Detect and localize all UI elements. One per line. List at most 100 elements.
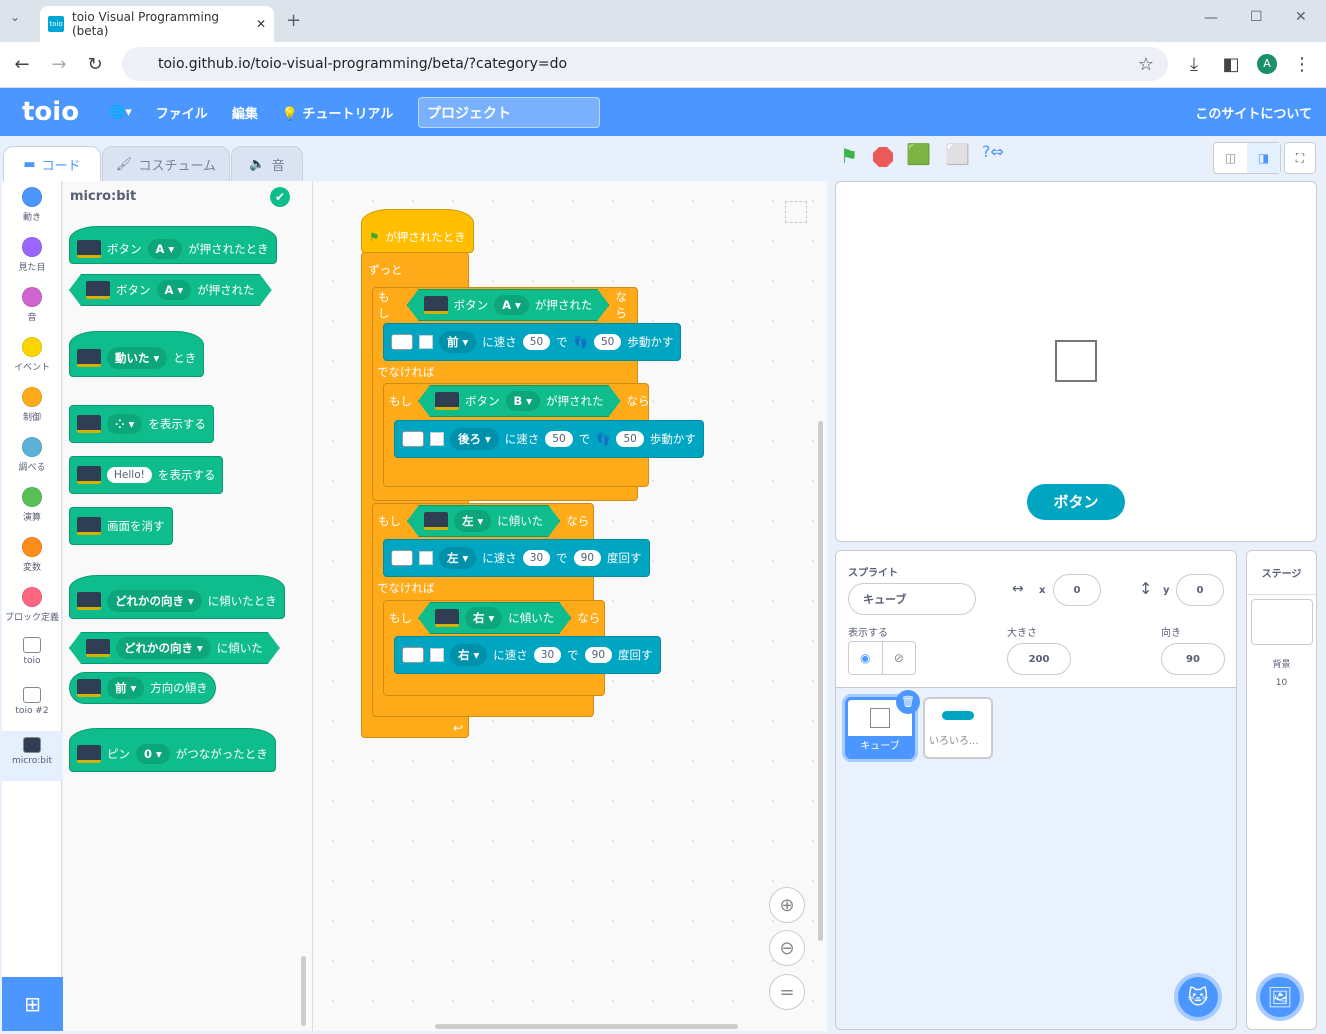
size-input[interactable]: 200 bbox=[1007, 643, 1071, 675]
small-stage-button[interactable]: ◫ bbox=[1214, 143, 1247, 173]
category-9[interactable]: ブロック定義 bbox=[2, 581, 62, 631]
browser-tab[interactable]: toio toio Visual Programming (beta) ✕ bbox=[40, 6, 274, 42]
button-pressed-condition[interactable]: ボタン A ▾ が押された bbox=[407, 289, 610, 321]
add-sprite-button[interactable]: 🐱 bbox=[1174, 973, 1222, 1021]
speed-input[interactable]: 50 bbox=[522, 334, 551, 350]
back-icon[interactable]: ← bbox=[10, 54, 34, 75]
degrees-input[interactable]: 90 bbox=[584, 647, 613, 663]
button-sprite[interactable]: ボタン bbox=[1027, 484, 1125, 520]
category-12[interactable]: micro:bit bbox=[2, 731, 62, 781]
side-panel-icon[interactable]: ◧ bbox=[1219, 54, 1243, 75]
tab-code[interactable]: ▬ コード bbox=[3, 146, 101, 182]
tilted-condition[interactable]: 左 ▾ に傾いた bbox=[407, 505, 560, 537]
text-input[interactable]: Hello! bbox=[107, 467, 152, 483]
tab-sound[interactable]: 🔈 音 bbox=[231, 146, 303, 182]
reload-icon[interactable]: ↻ bbox=[83, 54, 107, 75]
tilt-dropdown[interactable]: 右 ▾ bbox=[465, 607, 502, 629]
button-dropdown[interactable]: A ▾ bbox=[157, 280, 192, 300]
pattern-dropdown[interactable]: ⁘ ▾ bbox=[107, 414, 143, 434]
stop-button[interactable] bbox=[873, 147, 893, 167]
palette-block-button-pressed[interactable]: ボタン A ▾ が押された bbox=[69, 274, 272, 306]
cube-sprite[interactable] bbox=[1055, 340, 1097, 382]
close-window-icon[interactable]: ✕ bbox=[1295, 9, 1307, 25]
show-eye-icon[interactable]: ◉ bbox=[849, 642, 883, 674]
zoom-in-button[interactable]: ⊕ bbox=[769, 887, 805, 923]
pin-dropdown[interactable]: 0 ▾ bbox=[136, 744, 170, 764]
palette-block-display-pattern[interactable]: ⁘ ▾ を表示する bbox=[69, 405, 214, 443]
delete-sprite-icon[interactable]: 🗑 bbox=[896, 690, 920, 714]
toio-logo[interactable]: toio bbox=[22, 97, 79, 127]
button-dropdown[interactable]: A ▾ bbox=[147, 239, 183, 259]
when-flag-clicked-block[interactable]: ⚑ が押されたとき bbox=[361, 209, 474, 253]
direction-dropdown[interactable]: 前 ▾ bbox=[439, 331, 477, 353]
speed-input[interactable]: 50 bbox=[545, 431, 573, 447]
about-link[interactable]: このサイトについて bbox=[1195, 103, 1312, 122]
download-icon[interactable]: ⤓ bbox=[1182, 54, 1206, 75]
rotate-block[interactable]: 右 ▾ に速さ 30 で 90 度回す bbox=[394, 636, 661, 674]
script-vertical-scrollbar[interactable] bbox=[818, 421, 823, 941]
palette-block-tilted[interactable]: どれかの向き ▾ に傾いた bbox=[69, 632, 280, 664]
green-flag-button[interactable]: ⚑ bbox=[840, 144, 858, 168]
category-5[interactable]: 制御 bbox=[2, 381, 62, 431]
rotate-block[interactable]: 左 ▾ に速さ 30 で 90 度回す bbox=[383, 539, 650, 577]
palette-block-clear-screen[interactable]: 画面を消す bbox=[69, 507, 173, 545]
minimize-icon[interactable]: — bbox=[1204, 10, 1218, 26]
bookmark-star-icon[interactable]: ☆ bbox=[1134, 54, 1158, 75]
language-menu[interactable]: 🌐▾ bbox=[109, 105, 132, 120]
button-pressed-condition[interactable]: ボタン B ▾ が押された bbox=[418, 385, 621, 417]
category-3[interactable]: 音 bbox=[2, 281, 62, 331]
category-11[interactable]: toio #2 bbox=[2, 681, 62, 731]
hide-eye-icon[interactable]: ⊘ bbox=[883, 642, 916, 674]
cube-2-icon[interactable]: ⬜ bbox=[945, 142, 973, 168]
zoom-out-button[interactable]: ⊖ bbox=[769, 930, 805, 966]
zoom-reset-button[interactable]: = bbox=[769, 974, 805, 1010]
gesture-dropdown[interactable]: 動いた ▾ bbox=[107, 347, 168, 369]
category-1[interactable]: 動き bbox=[2, 181, 62, 231]
direction-dropdown[interactable]: 左 ▾ bbox=[439, 547, 477, 569]
new-tab-icon[interactable]: + bbox=[286, 10, 301, 31]
fullscreen-button[interactable]: ⛶ bbox=[1284, 142, 1316, 174]
move-steps-block[interactable]: 後ろ ▾ に速さ 50 で 👣 50 歩動かす bbox=[394, 420, 704, 458]
url-input[interactable]: toio.github.io/toio-visual-programming/b… bbox=[122, 47, 1168, 81]
profile-avatar[interactable]: A bbox=[1257, 54, 1277, 74]
button-dropdown[interactable]: B ▾ bbox=[506, 391, 541, 411]
y-input[interactable]: 0 bbox=[1176, 574, 1224, 606]
add-extension-button[interactable]: ⊞ bbox=[2, 977, 63, 1031]
tilted-condition[interactable]: 右 ▾ に傾いた bbox=[418, 602, 571, 634]
tilt-dropdown[interactable]: どれかの向き ▾ bbox=[116, 637, 211, 659]
sprite-item[interactable]: いろいろ... bbox=[923, 697, 993, 759]
category-7[interactable]: 演算 bbox=[2, 481, 62, 531]
palette-scrollbar[interactable] bbox=[301, 956, 306, 1026]
direction-dropdown[interactable]: 右 ▾ bbox=[450, 644, 488, 666]
palette-block-button-pressed-hat[interactable]: ボタン A ▾ が押されたとき bbox=[69, 226, 277, 264]
palette-block-moved-hat[interactable]: 動いた ▾ とき bbox=[69, 331, 205, 377]
palette-block-display-text[interactable]: Hello! を表示する bbox=[69, 456, 224, 494]
speed-input[interactable]: 30 bbox=[522, 550, 551, 566]
category-6[interactable]: 調べる bbox=[2, 431, 62, 481]
category-10[interactable]: toio bbox=[2, 631, 62, 681]
move-steps-block[interactable]: 前 ▾ に速さ 50 で 👣 50 歩動かす bbox=[383, 323, 682, 361]
tutorial-menu[interactable]: 💡 チュートリアル bbox=[282, 103, 394, 122]
tilt-dropdown[interactable]: 左 ▾ bbox=[454, 510, 491, 532]
direction-dropdown[interactable]: 後ろ ▾ bbox=[450, 428, 499, 450]
forward-icon[interactable]: → bbox=[47, 54, 71, 75]
palette-block-tilted-hat[interactable]: どれかの向き ▾ に傾いたとき bbox=[69, 575, 285, 619]
add-backdrop-button[interactable]: 🖼 bbox=[1256, 973, 1304, 1021]
category-2[interactable]: 見た目 bbox=[2, 231, 62, 281]
steps-input[interactable]: 50 bbox=[616, 431, 644, 447]
large-stage-button[interactable]: ◨ bbox=[1247, 143, 1280, 173]
project-title-input[interactable]: プロジェクト bbox=[418, 97, 600, 128]
close-tab-icon[interactable]: ✕ bbox=[256, 17, 266, 31]
palette-block-tilt-angle[interactable]: 前 ▾ 方向の傾き bbox=[69, 672, 216, 704]
stage[interactable]: ボタン bbox=[835, 181, 1317, 542]
category-4[interactable]: イベント bbox=[2, 331, 62, 381]
steps-input[interactable]: 50 bbox=[593, 334, 622, 350]
speed-input[interactable]: 30 bbox=[533, 647, 562, 663]
edit-menu[interactable]: 編集 bbox=[232, 103, 258, 122]
more-menu-icon[interactable]: ⋮ bbox=[1290, 54, 1314, 75]
connect-help-icon[interactable]: ?⇔ bbox=[982, 142, 1014, 168]
x-input[interactable]: 0 bbox=[1053, 574, 1101, 606]
tilt-dropdown[interactable]: どれかの向き ▾ bbox=[107, 590, 202, 612]
direction-dropdown[interactable]: 前 ▾ bbox=[107, 677, 145, 699]
degrees-input[interactable]: 90 bbox=[573, 550, 602, 566]
